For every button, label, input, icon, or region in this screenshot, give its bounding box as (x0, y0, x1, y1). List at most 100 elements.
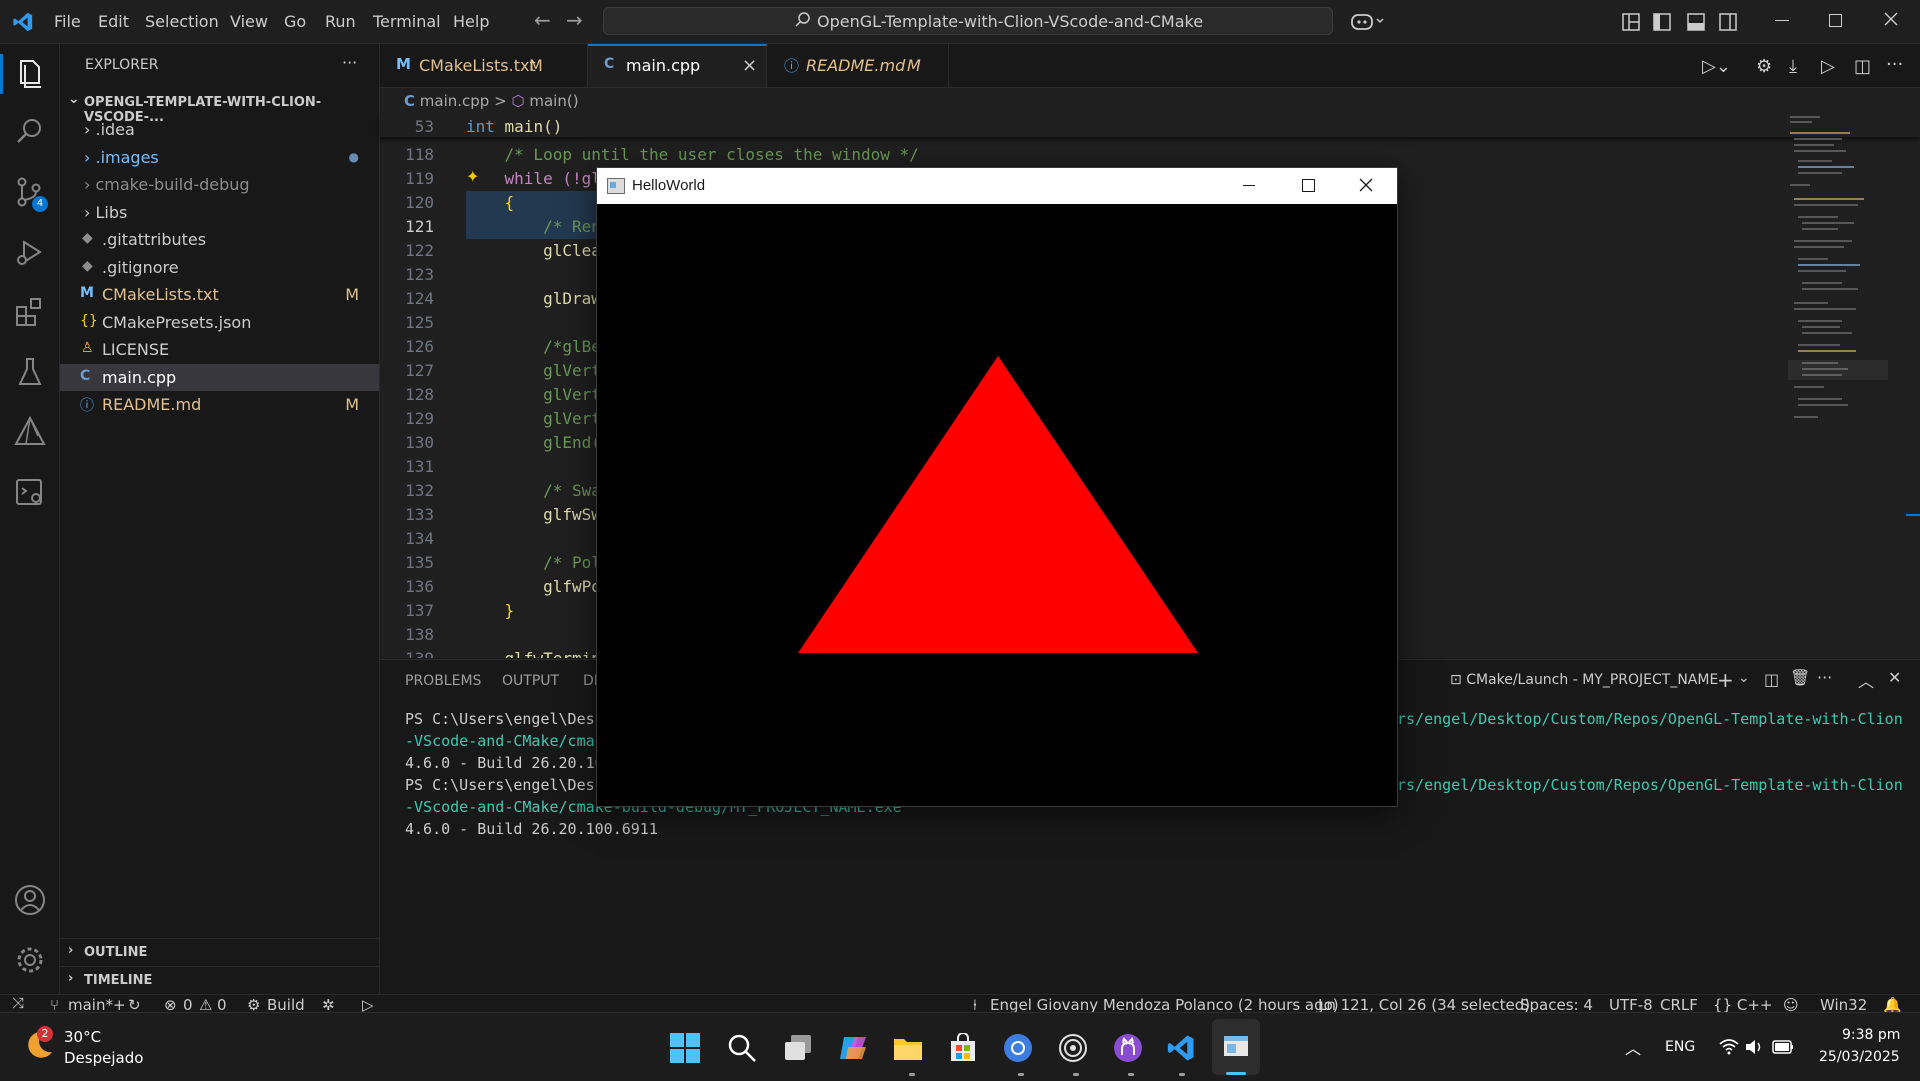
window-title-bar[interactable]: HelloWorld (597, 168, 1397, 204)
tree-item-cmakepresets[interactable]: {} CMakePresets.json (60, 309, 379, 336)
tree-item-cmakelists[interactable]: M CMakeLists.txt M (60, 281, 379, 308)
breadcrumb-symbol[interactable]: main() (529, 92, 578, 110)
search-icon[interactable] (12, 114, 48, 150)
search-icon[interactable] (727, 1033, 757, 1063)
toggle-panel-icon[interactable] (1687, 13, 1705, 31)
remote-icon[interactable]: ⤨ (0, 994, 40, 1013)
menu-go[interactable]: Go (284, 12, 306, 31)
run-icon[interactable]: ▷ (1821, 56, 1835, 77)
gl-canvas[interactable] (597, 205, 1397, 806)
explorer-icon[interactable] (12, 56, 48, 92)
vscode-taskbar-icon[interactable] (1165, 1033, 1197, 1063)
close-icon[interactable] (1883, 11, 1899, 27)
editor-tabs: M CMakeLists.txt M C main.cpp × ⓘ README… (380, 44, 1920, 88)
clock-date[interactable]: 25/03/2025 (1819, 1049, 1900, 1065)
tab-output[interactable]: OUTPUT (502, 673, 559, 689)
menu-file[interactable]: File (54, 12, 81, 31)
chevron-down-icon[interactable]: ⌄ (1738, 670, 1750, 686)
minimap[interactable] (1788, 112, 1888, 492)
extensions-icon[interactable] (12, 294, 48, 330)
tab-main-cpp[interactable]: C main.cpp × (588, 44, 767, 87)
menu-edit[interactable]: Edit (98, 12, 129, 31)
menu-terminal[interactable]: Terminal (373, 12, 441, 31)
maximize-icon[interactable] (1302, 179, 1315, 192)
add-terminal-icon[interactable]: + (1717, 668, 1734, 692)
testing-flask-icon[interactable] (12, 354, 48, 390)
tree-item-cmake-build-debug[interactable]: › cmake-build-debug (60, 171, 379, 198)
toggle-sidebar-icon[interactable] (1653, 13, 1671, 31)
helloworld-window[interactable]: HelloWorld (596, 167, 1398, 807)
timeline-section[interactable]: › TIMELINE (60, 966, 379, 994)
split-editor-icon[interactable]: ◫ (1854, 56, 1871, 77)
tree-item-idea[interactable]: › .idea (60, 116, 379, 143)
customize-layout-icon[interactable] (1622, 13, 1640, 31)
command-center-search[interactable]: OpenGL-Template-with-Clion-VScode-and-CM… (603, 7, 1333, 35)
wifi-icon[interactable] (1719, 1039, 1739, 1055)
minimize-icon[interactable] (1243, 185, 1255, 186)
tab-cmakelists[interactable]: M CMakeLists.txt M (380, 44, 588, 87)
chrome-icon[interactable] (1003, 1033, 1033, 1063)
breadcrumb-file[interactable]: main.cpp (420, 92, 490, 110)
weather-desc[interactable]: Despejado (64, 1049, 143, 1067)
obs-icon[interactable] (1058, 1033, 1088, 1063)
cmake-icon[interactable] (12, 414, 48, 450)
clock-time[interactable]: 9:38 pm (1842, 1027, 1900, 1043)
task-view-icon[interactable] (783, 1033, 813, 1063)
language-indicator[interactable]: ENG (1665, 1039, 1695, 1055)
chevron-up-icon[interactable]: ︿ (1625, 1035, 1641, 1059)
minimize-icon[interactable] (1775, 20, 1789, 21)
chevron-down-icon: ⌄ (68, 91, 80, 107)
tree-item-gitattributes[interactable]: ◆ .gitattributes (60, 226, 379, 253)
start-windows-icon[interactable] (670, 1033, 700, 1063)
tree-item-readme[interactable]: ⓘ README.md M (60, 391, 379, 418)
sparkle-icon[interactable]: ✦ (466, 167, 479, 186)
accounts-icon[interactable] (12, 882, 48, 918)
scrollbar-marker (1906, 514, 1920, 516)
menu-view[interactable]: View (230, 12, 268, 31)
helloworld-taskbar-item[interactable] (1212, 1019, 1260, 1075)
microsoft-store-icon[interactable] (948, 1033, 978, 1063)
terminal-instance[interactable]: ⊡ CMake/Launch - MY_PROJECT_NAME (1450, 672, 1718, 688)
more-actions-icon[interactable]: ··· (342, 53, 357, 72)
file-explorer-icon[interactable] (892, 1033, 924, 1063)
tab-readme[interactable]: ⓘ README.md M (768, 44, 949, 87)
close-tab-icon[interactable]: × (742, 55, 757, 76)
more-actions-icon[interactable]: ··· (1817, 668, 1832, 687)
weather-temp[interactable]: 30°C (64, 1028, 101, 1046)
tree-item-gitignore[interactable]: ◆ .gitignore (60, 254, 379, 281)
github-desktop-icon[interactable] (1113, 1033, 1143, 1063)
close-icon[interactable] (1359, 178, 1373, 192)
menu-help[interactable]: Help (453, 12, 489, 31)
tree-item-libs[interactable]: › Libs (60, 199, 379, 226)
forward-arrow-icon[interactable]: → (566, 8, 583, 32)
workspace-root[interactable]: ⌄ OPENGL-TEMPLATE-WITH-CLION-VSCODE-... (60, 89, 379, 125)
tree-item-license[interactable]: ♙ LICENSE (60, 336, 379, 363)
maximize-panel-icon[interactable]: ︿ (1858, 668, 1874, 692)
run-debug-icon[interactable] (12, 234, 48, 270)
run-debug-dropdown-icon[interactable]: ▷⌄ (1702, 56, 1731, 77)
copilot-icon[interactable] (1350, 10, 1386, 32)
restore-icon[interactable] (1829, 14, 1842, 27)
menu-selection[interactable]: Selection (145, 12, 219, 31)
manage-gear-icon[interactable] (12, 942, 48, 978)
battery-icon[interactable] (1772, 1040, 1794, 1054)
volume-icon[interactable] (1745, 1039, 1763, 1055)
menu-run[interactable]: Run (325, 12, 356, 31)
settings-gear-icon[interactable]: ⚙ (1756, 56, 1772, 77)
toggle-secondary-sidebar-icon[interactable] (1719, 13, 1737, 31)
tab-problems[interactable]: PROBLEMS (405, 673, 481, 689)
download-icon[interactable]: ⤓ (1789, 56, 1797, 77)
trash-icon[interactable]: 🗑 (1790, 668, 1810, 687)
tree-item-main-cpp[interactable]: C main.cpp (60, 364, 379, 391)
weather-moon-icon[interactable]: 2 (22, 1026, 56, 1062)
copilot-app-icon[interactable] (838, 1033, 868, 1063)
source-control-icon[interactable]: 4 (12, 174, 48, 212)
more-actions-icon[interactable]: ··· (1886, 54, 1903, 75)
outline-section[interactable]: › OUTLINE (60, 938, 379, 966)
back-arrow-icon[interactable]: ← (534, 8, 551, 32)
remote-explorer-icon[interactable] (12, 474, 48, 510)
tree-item-images[interactable]: › .images ● (60, 144, 379, 171)
close-panel-icon[interactable]: ✕ (1888, 668, 1901, 687)
split-terminal-icon[interactable]: ◫ (1764, 670, 1779, 689)
sticky-scroll[interactable]: 53 int main() (380, 115, 1920, 137)
